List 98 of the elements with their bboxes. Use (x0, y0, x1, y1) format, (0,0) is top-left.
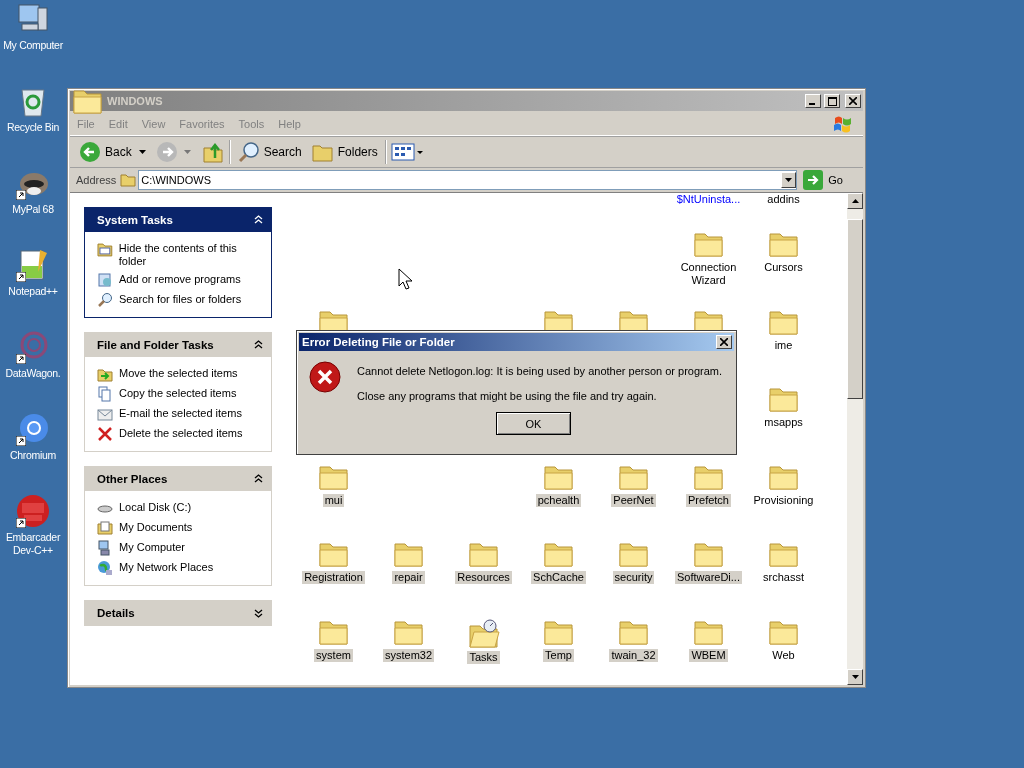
search-icon (237, 141, 260, 163)
scroll-thumb[interactable] (847, 219, 863, 399)
task-link[interactable]: Local Disk (C:) (97, 500, 265, 516)
folders-button[interactable]: Folders (308, 140, 381, 164)
file-name[interactable]: ime (772, 338, 795, 352)
go-button[interactable]: Go (801, 170, 857, 190)
envelope-icon (97, 406, 113, 422)
file-name[interactable]: system (314, 648, 353, 662)
file-name[interactable]: WBEM (689, 648, 728, 662)
task-link[interactable]: My Documents (97, 520, 265, 536)
expand-icon (254, 608, 263, 618)
copy-icon (97, 386, 113, 402)
task-link[interactable]: Hide the contents of this folder (97, 241, 265, 268)
file-name[interactable]: addins (765, 193, 802, 206)
file-name[interactable]: repair (392, 571, 425, 584)
task-link[interactable]: E-mail the selected items (97, 406, 265, 422)
desktop-icon-label[interactable]: Notepad++ (8, 285, 58, 298)
forward-button[interactable] (155, 141, 180, 163)
back-button[interactable]: Back (76, 139, 135, 165)
file-name[interactable]: SchCache (531, 571, 586, 584)
programs-icon (97, 272, 113, 288)
desktop-icon-label[interactable]: Embarcader Dev-C++ (5, 531, 61, 557)
minimize-button[interactable] (805, 94, 821, 108)
collapse-icon (254, 474, 263, 484)
error-icon (309, 361, 341, 393)
scheduled-folder-icon[interactable] (467, 617, 500, 648)
close-button[interactable] (845, 94, 861, 108)
desktop-icon-label[interactable]: DataWagon. (5, 367, 61, 380)
search-icon (97, 292, 113, 308)
file-name[interactable]: $NtUninsta... (674, 193, 743, 206)
file-name[interactable]: Registration (302, 571, 365, 584)
search-button[interactable]: Search (234, 139, 305, 165)
up-caret-icon (851, 199, 859, 203)
pane-header[interactable]: System Tasks (85, 208, 271, 232)
file-name[interactable]: system32 (382, 648, 435, 662)
close-button[interactable] (716, 335, 732, 349)
error-hint: Close any programs that might be using the file and try again. (357, 390, 658, 402)
views-button[interactable] (390, 142, 425, 162)
task-link[interactable]: Add or remove programs (97, 272, 265, 288)
address-label: Address (76, 174, 117, 186)
file-name[interactable]: twain_32 (609, 648, 658, 662)
error-message: Cannot delete Netlogon.log: It is being used by another person or program. (357, 365, 723, 377)
file-name[interactable]: Tasks (467, 650, 500, 664)
file-name[interactable]: srchasst (761, 571, 806, 584)
desktop-icon-label[interactable]: My Computer (3, 39, 63, 52)
dev-logo-icon (16, 494, 50, 528)
file-name[interactable]: Provisioning (751, 493, 816, 507)
computer-icon (97, 540, 113, 556)
dialog-title: Error Deleting File or Folder (302, 336, 455, 348)
file-name[interactable]: Cursors (762, 261, 805, 274)
pane-header[interactable]: File and Folder Tasks (85, 333, 271, 357)
file-name[interactable]: msapps (762, 416, 805, 429)
file-name[interactable]: Temp (543, 648, 574, 662)
file-name[interactable]: Connection Wizard (671, 261, 746, 287)
scroll-up-button[interactable] (847, 193, 863, 209)
folder-view-icon (97, 241, 113, 257)
file-name[interactable]: SoftwareDi... (675, 571, 742, 584)
dropdown-arrow-icon[interactable] (138, 150, 146, 154)
task-link[interactable]: Search for files or folders (97, 292, 265, 308)
collapse-icon (254, 340, 263, 350)
mouse-pointer-icon (398, 268, 412, 290)
task-link[interactable]: Move the selected items (97, 366, 265, 382)
folder-icon (311, 142, 334, 162)
task-link[interactable]: My Network Places (97, 560, 265, 576)
caret-icon (785, 178, 793, 182)
task-link[interactable]: Delete the selected items (97, 426, 265, 442)
move-folder-icon (97, 366, 113, 382)
collapse-icon (254, 215, 263, 225)
file-name[interactable]: Prefetch (686, 493, 731, 507)
file-name[interactable]: PeerNet (611, 493, 656, 507)
folder-icon (72, 87, 104, 115)
close-icon (720, 338, 728, 346)
file-name[interactable]: pchealth (535, 493, 582, 507)
pane-header[interactable]: Other Places (85, 467, 271, 491)
window-title: WINDOWS (107, 95, 164, 107)
documents-icon (97, 520, 113, 536)
scrollbar[interactable] (847, 193, 863, 685)
desktop-icon-label[interactable]: Chromium (10, 449, 56, 462)
network-globe-icon (97, 560, 113, 576)
down-caret-icon (851, 675, 859, 679)
file-name[interactable]: Resources (455, 571, 512, 584)
dropdown-button[interactable] (781, 172, 797, 188)
folder-icon (120, 173, 137, 187)
pane-header[interactable]: Details (85, 601, 271, 625)
scroll-down-button[interactable] (847, 669, 863, 685)
task-link[interactable]: Copy the selected items (97, 386, 265, 402)
file-name[interactable]: mui (322, 493, 345, 507)
desktop-icon-label[interactable]: Recycle Bin (6, 121, 60, 134)
desktop-icon-label[interactable]: MyPal 68 (12, 203, 54, 216)
task-link[interactable]: My Computer (97, 540, 265, 556)
maximize-icon (827, 96, 837, 106)
ok-button[interactable]: OK (496, 412, 571, 435)
address-field[interactable]: C:\WINDOWS (138, 170, 798, 190)
file-name[interactable]: security (612, 571, 655, 584)
maximize-button[interactable] (824, 94, 840, 108)
delete-icon (97, 426, 113, 442)
file-name[interactable]: Web (770, 648, 797, 662)
close-icon (849, 97, 857, 105)
